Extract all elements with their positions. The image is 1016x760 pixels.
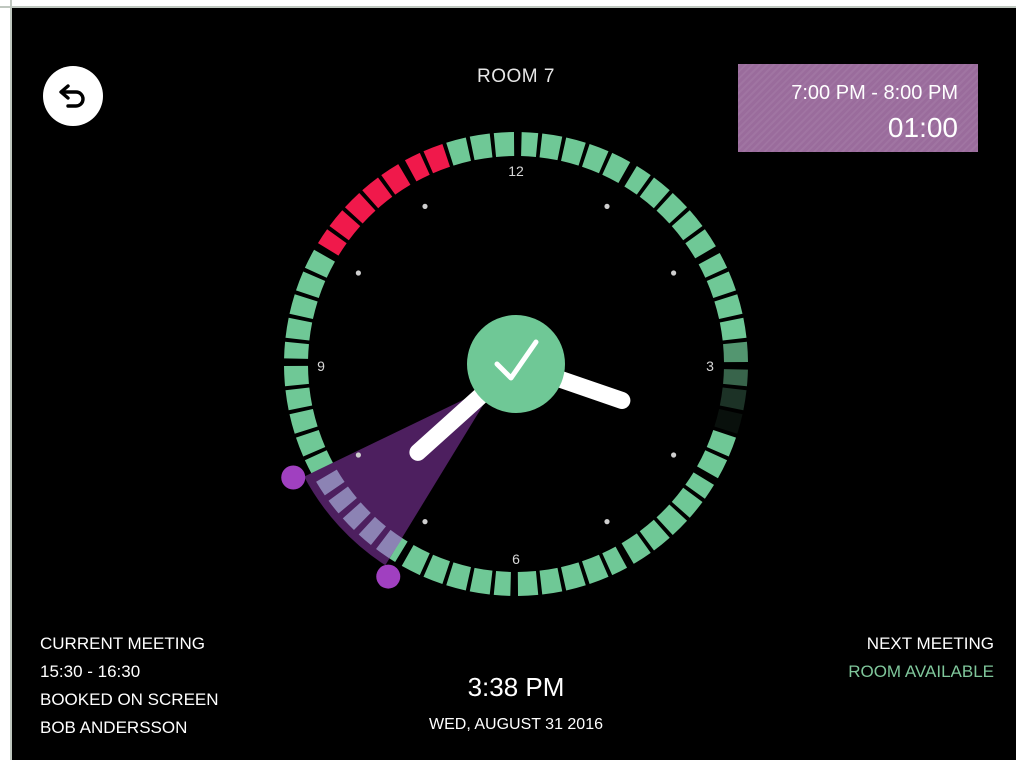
current-meeting-heading: CURRENT MEETING [40, 634, 205, 653]
ring-segment[interactable] [561, 562, 586, 591]
ring-segment[interactable] [723, 341, 748, 363]
ring-segment[interactable] [284, 365, 309, 387]
ring-segment[interactable] [706, 271, 737, 299]
numeral-3: 3 [706, 358, 714, 374]
ring-segment[interactable] [401, 545, 430, 576]
tick-dot [604, 203, 610, 209]
ring-segment[interactable] [295, 271, 326, 299]
ring-segment[interactable] [517, 571, 539, 596]
ring-segment[interactable] [469, 567, 493, 595]
ring-segment[interactable] [561, 137, 586, 166]
current-time: 3:38 PM [467, 672, 565, 702]
tick-dot [355, 270, 361, 276]
current-meeting-organizer: BOB ANDERSSON [40, 718, 188, 737]
ring-segment[interactable] [404, 152, 430, 182]
selection-start-handle[interactable] [281, 465, 306, 490]
selection-end-handle[interactable] [376, 564, 401, 589]
ring-segment[interactable] [521, 132, 539, 157]
numeral-12: 12 [508, 163, 524, 179]
ring-segment[interactable] [698, 252, 728, 278]
ring-segment[interactable] [706, 429, 737, 457]
ring-segment[interactable] [723, 369, 748, 387]
ring-segment[interactable] [284, 341, 309, 359]
ring-segment[interactable] [304, 249, 335, 278]
next-meeting-heading: NEXT MEETING [866, 634, 994, 653]
ring-segment[interactable] [539, 567, 563, 595]
ring-segment[interactable] [469, 133, 493, 161]
ring-segment[interactable] [285, 387, 313, 411]
ring-segment[interactable] [697, 450, 728, 479]
status-check-button[interactable] [467, 315, 565, 413]
numeral-9: 9 [317, 358, 325, 374]
ring-segment[interactable] [719, 317, 747, 341]
tick-dot [671, 270, 677, 276]
ring-segment[interactable] [446, 562, 471, 591]
ring-segment[interactable] [289, 409, 318, 434]
ring-segment[interactable] [285, 317, 313, 341]
tick-dot [355, 452, 361, 458]
tick-dot [422, 203, 428, 209]
ring-segment[interactable] [539, 133, 563, 161]
tick-dot [422, 519, 428, 525]
ring-segment[interactable] [714, 409, 743, 434]
ring-segment[interactable] [493, 571, 511, 596]
ring-segment[interactable] [493, 132, 515, 157]
ring-segment[interactable] [602, 546, 628, 576]
hour-hand [545, 368, 631, 409]
ring-segment[interactable] [581, 143, 609, 174]
ring-segment[interactable] [295, 429, 326, 457]
ring-segment[interactable] [581, 554, 609, 585]
ring-segment[interactable] [423, 143, 451, 174]
ring-segment[interactable] [289, 294, 318, 319]
current-meeting-source: BOOKED ON SCREEN [40, 690, 219, 709]
current-meeting-time: 15:30 - 16:30 [40, 662, 141, 681]
room-display-screen: ROOM 7 7:00 PM - 8:00 PM 01:00 12 3 6 9 … [12, 8, 1016, 760]
ring-segment[interactable] [446, 137, 471, 166]
current-meeting-panel: CURRENT MEETING 15:30 - 16:30 BOOKED ON … [40, 630, 219, 742]
tick-dot [671, 452, 677, 458]
ring-segment[interactable] [719, 387, 747, 411]
ring-segment[interactable] [714, 294, 743, 319]
current-date: WED, AUGUST 31 2016 [429, 716, 603, 733]
tick-dot [604, 519, 610, 525]
next-meeting-status: ROOM AVAILABLE [848, 662, 994, 681]
ring-segment[interactable] [423, 554, 451, 585]
numeral-6: 6 [512, 551, 520, 567]
ring-segment[interactable] [602, 152, 631, 183]
next-meeting-panel: NEXT MEETING ROOM AVAILABLE [848, 630, 994, 686]
